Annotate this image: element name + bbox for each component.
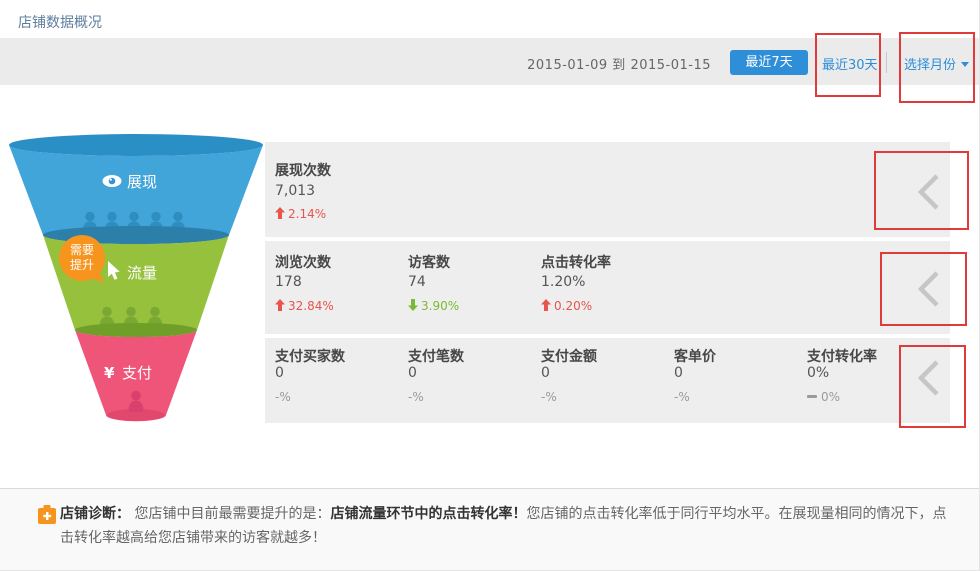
metric-value: 0 (275, 365, 284, 381)
metric-change: -% (275, 390, 291, 404)
annotation-box-month (899, 32, 975, 103)
metric-change: -% (541, 390, 557, 404)
impressions-row: 展现次数 7,013 2.14% (265, 142, 950, 237)
stage-label: 支付 (122, 364, 152, 382)
metric-change: 0.20% (541, 299, 592, 313)
eye-icon (103, 175, 122, 187)
yen-icon: ¥ (104, 364, 115, 382)
annotation-box-row2-chevron (880, 252, 967, 326)
stage-label: 流量 (127, 264, 157, 282)
metric-value: 0 (674, 365, 683, 381)
page-title: 店铺数据概况 (18, 12, 102, 32)
payment-row: 支付买家数 0 -% 支付笔数 0 -% 支付金额 0 -% 客单价 0 -% … (265, 338, 950, 423)
store-diagnosis-bar: 店铺诊断： 您店铺中目前最需要提升的是：店铺流量环节中的点击转化率！您店铺的点击… (0, 488, 979, 570)
metric-value: 1.20% (541, 274, 585, 290)
metric-label: 访客数 (408, 252, 450, 272)
annotation-box-row3-chevron (899, 345, 966, 428)
metric-value: 7,013 (275, 183, 315, 199)
arrow-up-icon (275, 299, 285, 311)
diagnosis-label: 店铺诊断： (60, 506, 130, 522)
badge-text-line2: 提升 (70, 257, 94, 272)
funnel-stage-payment[interactable]: ¥ 支付 (75, 323, 197, 421)
date-range-text: 2015-01-09 到 2015-01-15 (527, 54, 711, 73)
metric-label: 点击转化率 (541, 252, 611, 272)
sales-funnel: 展现 流量 ¥ 支付 (0, 130, 272, 432)
metric-label: 支付买家数 (275, 346, 345, 366)
metric-value: 0% (807, 365, 829, 381)
diagnosis-highlight: 店铺流量环节中的点击转化率！ (330, 506, 526, 522)
metric-label: 支付转化率 (807, 346, 877, 366)
metric-value: 74 (408, 274, 426, 290)
metric-label: 支付笔数 (408, 346, 464, 366)
metric-change: 2.14% (275, 207, 326, 221)
annotation-box-row1-chevron (874, 151, 969, 230)
metric-value: 178 (275, 274, 302, 290)
metric-label: 客单价 (674, 346, 716, 366)
badge-text-line1: 需要 (70, 243, 94, 257)
metric-label: 支付金额 (541, 346, 597, 366)
metric-change: 32.84% (275, 299, 334, 313)
metric-change: 3.90% (408, 299, 459, 313)
traffic-row: 浏览次数 178 32.84% 访客数 74 3.90% 点击转化率 1.20%… (265, 241, 950, 334)
metric-label: 浏览次数 (275, 252, 331, 272)
toolbar-divider (886, 52, 887, 73)
diagnosis-intro: 您店铺中目前最需要提升的是： (134, 506, 330, 522)
stage-label: 展现 (127, 173, 157, 191)
metric-change: -% (674, 390, 690, 404)
store-data-overview-page: 店铺数据概况 2015-01-09 到 2015-01-15 最近7天 最近30… (0, 0, 980, 571)
diagnosis-text: 店铺诊断： 您店铺中目前最需要提升的是：店铺流量环节中的点击转化率！您店铺的点击… (60, 502, 948, 550)
last-7-days-button[interactable]: 最近7天 (730, 50, 808, 75)
arrow-down-icon (408, 299, 418, 311)
metric-value: 0 (408, 365, 417, 381)
metric-label: 展现次数 (275, 160, 331, 180)
metric-change: -% (408, 390, 424, 404)
annotation-box-last30 (815, 33, 881, 97)
arrow-up-icon (275, 207, 285, 219)
metric-value: 0 (541, 365, 550, 381)
arrow-up-icon (541, 299, 551, 311)
flat-dash-icon (807, 395, 817, 398)
metric-change: 0% (807, 390, 840, 404)
diagnosis-kit-icon (38, 505, 56, 524)
